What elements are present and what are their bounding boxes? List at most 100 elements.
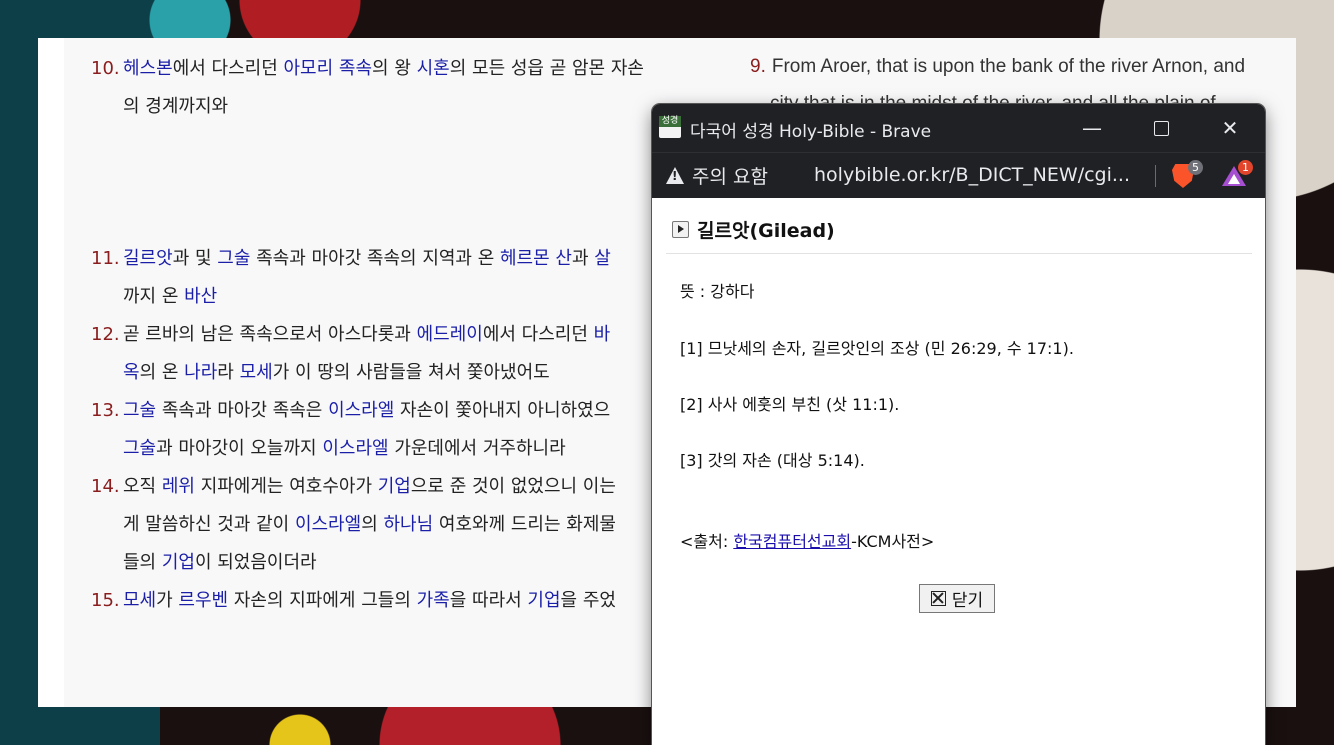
dictionary-link[interactable]: 바산 <box>184 286 217 307</box>
entry-3: [3] 갓의 자손 (대상 5:14). <box>680 451 865 470</box>
favicon-text: 성경 <box>659 116 681 127</box>
korean-verse: 13. 그술 족속과 마아갓 족속은 이스라엘 자손이 쫓아내지 아니하였으 그술과… <box>91 392 723 468</box>
verse-text-line: 의 경계까지와 <box>123 88 723 126</box>
maximize-button[interactable] <box>1128 104 1194 152</box>
verse-text-line: From Aroer, that is upon the bank of the… <box>771 56 1246 77</box>
source-prefix: <출처: <box>680 532 734 551</box>
entry-heading: 길르앗(Gilead) <box>672 216 835 243</box>
dictionary-link[interactable]: 그술 <box>123 400 156 421</box>
verse-number: 12. <box>91 324 120 345</box>
url-text[interactable]: holybible.or.kr/B_DICT_NEW/cgi... <box>814 164 1134 186</box>
korean-verse: 15. 모세가 르우벤 자손의 지파에게 그들의 가족을 따라서 기업을 주었 <box>91 582 723 620</box>
dictionary-link[interactable]: 이스라엘 <box>322 438 388 459</box>
entry-2: [2] 사사 에훗의 부친 (삿 11:1). <box>680 395 900 414</box>
verse-text: 여호와께 드리는 화제물 <box>433 514 616 535</box>
source-line: <출처: 한국컴퓨터선교회-KCM사전> <box>680 528 934 552</box>
korean-verse: 11. 길르앗과 및 그술 족속과 마아갓 족속의 지역과 온 헤르몬 산과 살까… <box>91 240 723 316</box>
dictionary-link[interactable]: 시혼 <box>417 58 450 79</box>
dictionary-link[interactable]: 헤스본 <box>123 58 173 79</box>
close-button[interactable]: 닫기 <box>919 584 995 613</box>
close-window-button[interactable]: ✕ <box>1197 104 1263 152</box>
verse-text: 과 및 <box>172 248 218 269</box>
verse-number: 10. <box>91 58 120 79</box>
verse-text-line: 옥의 온 나라라 모세가 이 땅의 사람들을 쳐서 쫓아냈어도 <box>123 354 723 392</box>
dictionary-link[interactable]: 그술 <box>123 438 156 459</box>
korean-verse: 10. 헤스본에서 다스리던 아모리 족속의 왕 시혼의 모든 성읍 곧 암몬 자… <box>91 50 723 126</box>
shields-count-badge: 5 <box>1188 160 1203 175</box>
close-box-icon <box>930 591 946 606</box>
verse-text: 을 주었 <box>560 590 616 611</box>
verse-text: 이 되었음이더라 <box>194 552 317 573</box>
verse-text-line: 그술 족속과 마아갓 족속은 이스라엘 자손이 쫓아내지 아니하였으 <box>123 392 723 430</box>
minimize-icon: — <box>1082 116 1102 140</box>
verse-text: 가운데에서 거주하니라 <box>388 438 566 459</box>
source-link[interactable]: 한국컴퓨터선교회 <box>733 532 851 551</box>
dictionary-link[interactable]: 이스라엘 <box>295 514 361 535</box>
verse-text: 을 따라서 <box>449 590 528 611</box>
korean-verse: 12. 곧 르바의 남은 족속으로서 아스다롯과 에드레이에서 다스리던 바 옥의 … <box>91 316 723 392</box>
verse-text-line: 오직 레위 지파에게는 여호수아가 기업으로 준 것이 없었으니 이는 <box>123 468 723 506</box>
address-separator <box>1155 165 1156 187</box>
verse-text: 가 <box>156 590 179 611</box>
verse-text: 오직 <box>123 476 162 497</box>
verse-number: 13. <box>91 400 120 421</box>
dictionary-link[interactable]: 바 <box>594 324 611 345</box>
verse-text: 에서 다스리던 <box>482 324 594 345</box>
verse-number: 15. <box>91 590 120 611</box>
rewards-count-badge: 1 <box>1238 160 1253 175</box>
dictionary-link[interactable]: 헤르몬 산 <box>500 248 572 269</box>
verse-text: 지파에게는 여호수아가 <box>194 476 378 497</box>
verse-text: 게 말씀하신 것과 같이 <box>123 514 295 535</box>
dictionary-link[interactable]: 기업 <box>527 590 560 611</box>
dictionary-link[interactable]: 이스라엘 <box>328 400 394 421</box>
entry-1: [1] 므낫세의 손자, 길르앗인의 조상 (민 26:29, 수 17:1). <box>680 339 1074 358</box>
dictionary-link[interactable]: 나라 <box>184 362 217 383</box>
dictionary-link[interactable]: 레위 <box>162 476 195 497</box>
dictionary-link[interactable]: 르우벤 <box>178 590 228 611</box>
window-titlebar[interactable]: 성경 다국어 성경 Holy-Bible - Brave — ✕ <box>652 104 1265 152</box>
source-suffix: -KCM사전> <box>851 532 935 551</box>
dictionary-popup-window[interactable]: 성경 다국어 성경 Holy-Bible - Brave — ✕ 주의 요함 h… <box>652 104 1265 745</box>
verse-text: 자손의 지파에게 그들의 <box>228 590 417 611</box>
heading-divider <box>666 253 1252 254</box>
verse-text: 곧 르바의 남은 족속으로서 아스다롯과 <box>123 324 417 345</box>
dictionary-link[interactable]: 에드레이 <box>417 324 483 345</box>
close-icon: ✕ <box>1221 116 1239 140</box>
verse-text: 가 이 땅의 사람들을 쳐서 쫓아냈어도 <box>272 362 550 383</box>
address-bar[interactable]: 주의 요함 holybible.or.kr/B_DICT_NEW/cgi... … <box>652 152 1265 199</box>
dictionary-link[interactable]: 옥 <box>123 362 140 383</box>
verse-text: 족속과 마아갓 족속의 지역과 온 <box>250 248 500 269</box>
security-warning[interactable]: 주의 요함 <box>666 162 768 189</box>
close-button-label: 닫기 <box>951 591 984 611</box>
dictionary-link[interactable]: 가족 <box>417 590 450 611</box>
verse-text-line: 곧 르바의 남은 족속으로서 아스다롯과 에드레이에서 다스리던 바 <box>123 316 723 354</box>
dictionary-link[interactable]: 기업 <box>378 476 411 497</box>
verse-text-line: 길르앗과 및 그술 족속과 마아갓 족속의 지역과 온 헤르몬 산과 살 <box>123 240 723 278</box>
verse-text: 의 <box>361 514 384 535</box>
verse-text: 자손이 쫓아내지 아니하였으 <box>394 400 611 421</box>
popup-content: 길르앗(Gilead) 뜻 : 강하다 [1] 므낫세의 손자, 길르앗인의 조… <box>652 198 1265 745</box>
dictionary-link[interactable]: 모세 <box>123 590 156 611</box>
verse-text: 에서 다스리던 <box>172 58 284 79</box>
verse-text: 라 <box>217 362 240 383</box>
verse-text: 까지 온 <box>123 286 185 307</box>
dictionary-link[interactable]: 살 <box>594 248 611 269</box>
verse-text: 과 마아갓이 오늘까지 <box>156 438 323 459</box>
minimize-button[interactable]: — <box>1059 104 1125 152</box>
dictionary-link[interactable]: 길르앗 <box>123 248 173 269</box>
dictionary-link[interactable]: 아모리 족속 <box>284 58 373 79</box>
security-label: 주의 요함 <box>692 166 768 188</box>
english-verse-9: 9. From Aroer, that is upon the bank of t… <box>750 48 1296 85</box>
verse-text-line: 게 말씀하신 것과 같이 이스라엘의 하나님 여호와께 드리는 화제물 <box>123 506 723 544</box>
verse-text: 의 온 <box>139 362 185 383</box>
verse-text: 과 <box>571 248 595 269</box>
dictionary-link[interactable]: 기업 <box>162 552 195 573</box>
dictionary-link[interactable]: 그술 <box>217 248 250 269</box>
verse-number: 14. <box>91 476 120 497</box>
verse-text: 의 경계까지와 <box>123 96 229 117</box>
maximize-icon <box>1153 120 1169 136</box>
verse-text-line: 까지 온 바산 <box>123 278 723 316</box>
verse-number: 11. <box>91 248 120 269</box>
dictionary-link[interactable]: 하나님 <box>383 514 433 535</box>
dictionary-link[interactable]: 모세 <box>240 362 273 383</box>
